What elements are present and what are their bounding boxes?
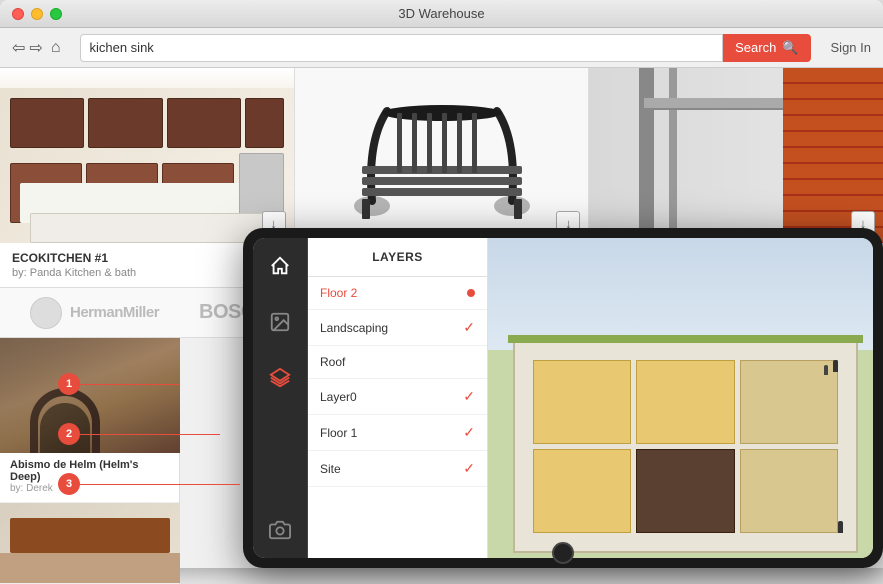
- title-bar: 3D Warehouse: [0, 0, 883, 28]
- ipad-home-icon[interactable]: [262, 248, 298, 284]
- layer-layer0[interactable]: Layer0 ✓: [308, 379, 487, 415]
- layer-name-site: Site: [320, 462, 341, 476]
- layer-name-layer0: Layer0: [320, 390, 357, 404]
- room-5: [636, 449, 734, 533]
- window-title: 3D Warehouse: [398, 6, 484, 21]
- layer-floor2[interactable]: Floor 2: [308, 277, 487, 310]
- callout-2: 2: [58, 423, 80, 445]
- layer-floor1[interactable]: Floor 1 ✓: [308, 415, 487, 451]
- search-icon: 🔍: [782, 40, 798, 56]
- maximize-button[interactable]: [50, 8, 62, 20]
- person-1: [833, 360, 838, 372]
- close-button[interactable]: [12, 8, 24, 20]
- product-image-bench: ↓: [295, 68, 589, 243]
- traffic-lights: [12, 8, 62, 20]
- bench-svg: [342, 91, 542, 221]
- building-render: [589, 68, 883, 243]
- callout-1-line: [80, 384, 180, 385]
- hermanmiller-label: HermanMiller: [70, 304, 159, 321]
- layer-check-floor1: ✓: [463, 424, 475, 441]
- kitchen2-image: [0, 503, 180, 583]
- product-name-kitchen: ECOKITCHEN #1: [12, 251, 136, 265]
- search-button[interactable]: Search 🔍: [723, 34, 810, 62]
- ipad-layers-icon[interactable]: [262, 360, 298, 396]
- callout-3: 3: [58, 473, 80, 495]
- ipad-overlay: LAYERS Floor 2 Landscaping ✓: [243, 228, 883, 568]
- hermanmiller-avatar: [30, 297, 62, 329]
- ipad-layers-panel: LAYERS Floor 2 Landscaping ✓: [308, 238, 488, 558]
- ipad-gallery-icon[interactable]: [262, 304, 298, 340]
- kitchen-island: [30, 213, 264, 243]
- mac-window: 3D Warehouse ⇦ ⇨ ⌂ Search 🔍 Sign In: [0, 0, 883, 568]
- building-3d-container: [508, 330, 863, 558]
- minimize-button[interactable]: [31, 8, 43, 20]
- layers-header: LAYERS: [308, 238, 487, 277]
- callout-1: 1: [58, 373, 80, 395]
- forward-arrow[interactable]: ⇨: [29, 38, 42, 58]
- callout-3-container: 3: [58, 473, 240, 495]
- layer-name-landscaping: Landscaping: [320, 321, 388, 335]
- nav-arrows: ⇦ ⇨ ⌂: [12, 38, 60, 58]
- layer-landscaping[interactable]: Landscaping ✓: [308, 310, 487, 346]
- kitchen-render: [0, 68, 294, 243]
- room-2: [636, 360, 734, 444]
- layer-name-floor1: Floor 1: [320, 426, 357, 440]
- callout-2-line: [80, 434, 220, 435]
- product-image-building: ↓: [589, 68, 883, 243]
- ipad-sidebar: [253, 238, 308, 558]
- ipad-main-view: [488, 238, 873, 558]
- room-1: [533, 360, 631, 444]
- home-icon[interactable]: ⌂: [51, 39, 61, 57]
- product-image-kitchen: ↓: [0, 68, 294, 243]
- callout-3-line: [80, 484, 240, 485]
- main-content: ↓ ECOKITCHEN #1 by: Panda Kitchen & bath: [0, 68, 883, 568]
- kitchen-upper-cabinets: [10, 98, 284, 148]
- product-author-kitchen: by: Panda Kitchen & bath: [12, 267, 136, 279]
- floor-plan-grid: [523, 350, 848, 543]
- sign-in-link[interactable]: Sign In: [831, 40, 871, 55]
- search-input[interactable]: [89, 40, 714, 55]
- callout-2-container: 2: [58, 423, 220, 445]
- layer-name-floor2: Floor 2: [320, 286, 357, 300]
- layer-check-landscaping: ✓: [463, 319, 475, 336]
- person-3: [838, 521, 843, 533]
- layer-name-roof: Roof: [320, 355, 345, 369]
- layers-title: LAYERS: [372, 250, 423, 264]
- ground-bg: [488, 350, 873, 558]
- roof-strip: [508, 335, 863, 343]
- ipad-frame: LAYERS Floor 2 Landscaping ✓: [243, 228, 883, 568]
- nav-bar: ⇦ ⇨ ⌂ Search 🔍 Sign In: [0, 28, 883, 68]
- room-6: [740, 449, 838, 533]
- brand-hermanmiller: HermanMiller: [30, 297, 159, 329]
- bottom-section: Abismo de Helm (Helm's Deep) by: Derek: [0, 338, 883, 568]
- callout-1-container: 1: [58, 373, 180, 395]
- layer-dot-floor2: [467, 289, 475, 297]
- ipad-camera-icon[interactable]: [262, 512, 298, 548]
- person-2: [824, 365, 828, 375]
- thumb-item-kitchen2: [0, 503, 179, 584]
- ipad-screen: LAYERS Floor 2 Landscaping ✓: [253, 238, 873, 558]
- search-input-container: [80, 34, 723, 62]
- layer-site[interactable]: Site ✓: [308, 451, 487, 487]
- ipad-home-button[interactable]: [552, 542, 574, 564]
- search-button-label: Search: [735, 40, 776, 55]
- back-arrow[interactable]: ⇦: [12, 38, 25, 58]
- bench-render: [295, 68, 589, 243]
- layer-check-site: ✓: [463, 460, 475, 477]
- layer-roof[interactable]: Roof: [308, 346, 487, 379]
- room-4: [533, 449, 631, 533]
- search-bar: Search 🔍: [80, 34, 810, 62]
- layer-check-layer0: ✓: [463, 388, 475, 405]
